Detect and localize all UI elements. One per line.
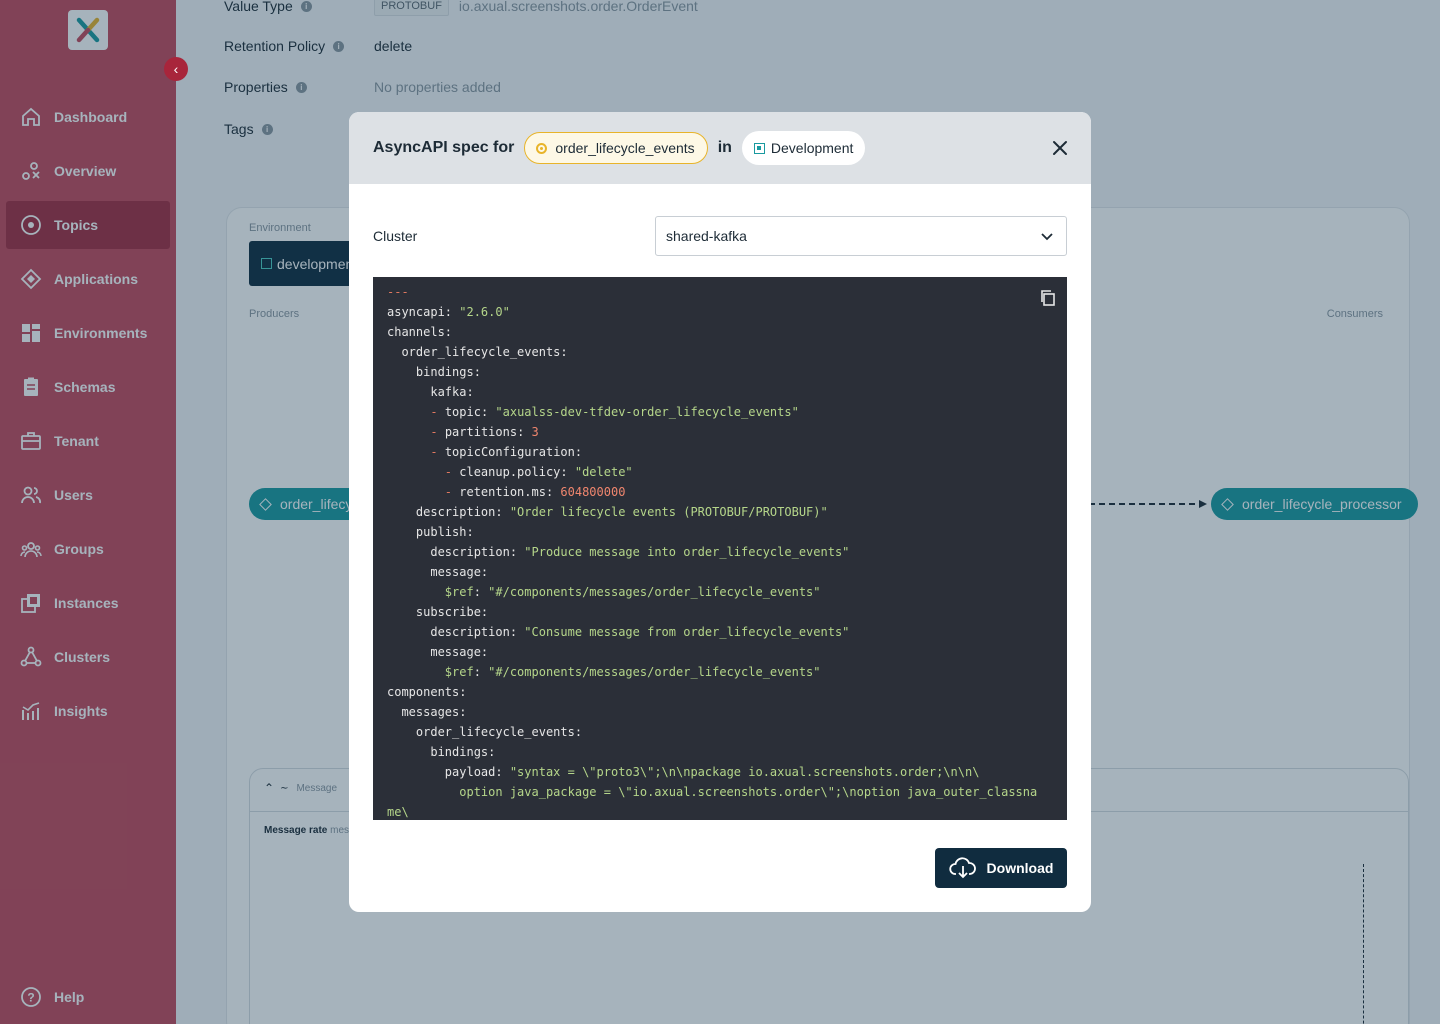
copy-icon[interactable] [1039,289,1057,307]
close-icon[interactable] [1051,139,1069,157]
environment-chip-label: Development [770,140,854,156]
asyncapi-modal: AsyncAPI spec for order_lifecycle_events… [349,112,1091,912]
chevron-down-icon [1041,233,1053,241]
environment-chip: Development [741,131,866,165]
asyncapi-code-block[interactable]: --- asyncapi: "2.6.0" channels: order_li… [373,277,1067,820]
topic-chip-label: order_lifecycle_events [555,140,695,156]
topic-icon [536,142,548,154]
chevron-left-icon: ‹ [173,61,179,77]
cluster-label: Cluster [373,228,418,244]
modal-header: AsyncAPI spec for order_lifecycle_events… [349,112,1091,184]
in-label: in [717,139,732,156]
download-button[interactable]: Download [935,848,1067,888]
cluster-select-value: shared-kafka [666,228,747,244]
environment-icon [753,142,765,154]
cluster-select[interactable]: shared-kafka [655,216,1067,256]
cluster-row: Cluster shared-kafka [373,216,1067,256]
topic-chip: order_lifecycle_events [524,132,708,164]
asyncapi-yaml: --- asyncapi: "2.6.0" channels: order_li… [387,285,1038,819]
modal-title: AsyncAPI spec for [373,139,515,156]
cloud-download-icon [948,857,976,879]
download-button-label: Download [986,860,1054,876]
collapse-sidebar-button[interactable]: ‹ [164,57,188,81]
